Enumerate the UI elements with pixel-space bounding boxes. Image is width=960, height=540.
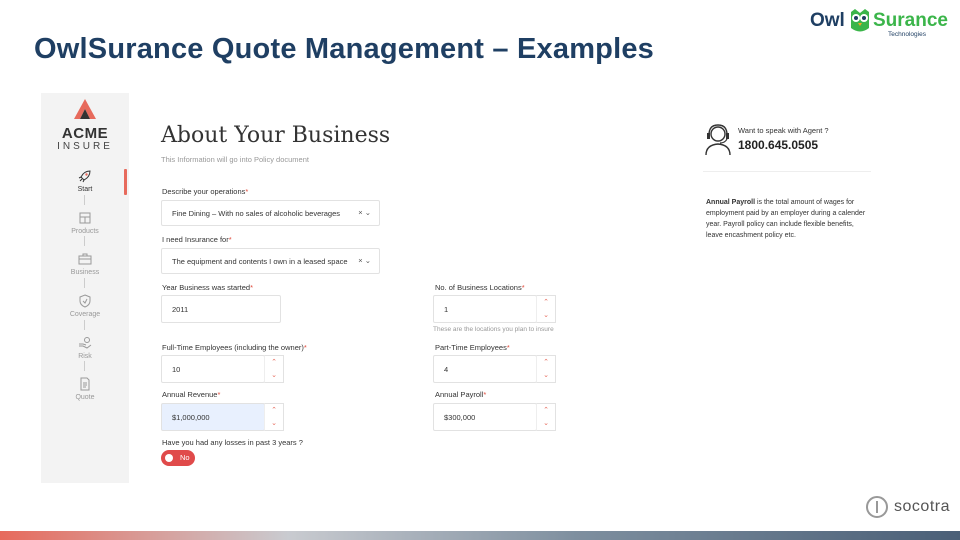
clear-chevron-icon[interactable]: × ⌄ — [358, 208, 371, 217]
logo-word-surance: Surance — [873, 10, 948, 31]
sidebar-item-label: Business — [70, 269, 100, 276]
locations-hint: These are the locations you plan to insu… — [433, 326, 554, 333]
logo-word-owl: Owl — [810, 10, 845, 31]
payroll-label: Annual Payroll* — [435, 390, 487, 399]
decrement-icon[interactable]: ⌄ — [537, 309, 555, 322]
decrement-icon[interactable]: ⌄ — [265, 369, 283, 382]
hand-coin-icon — [79, 337, 92, 349]
acme-logo-sub: INSURE — [57, 141, 113, 152]
rocket-icon — [78, 170, 91, 183]
sidebar-item-start[interactable]: Start — [41, 169, 129, 193]
increment-icon[interactable]: ⌃ — [537, 296, 555, 309]
socotra-logo: socotra — [866, 496, 950, 518]
acme-logo-icon — [74, 99, 96, 119]
sidebar-item-coverage[interactable]: Coverage — [41, 294, 129, 318]
increment-icon[interactable]: ⌃ — [265, 404, 283, 417]
quote-app: ACME INSURE Start Products Business Cove… — [41, 93, 881, 483]
headset-agent-icon — [705, 124, 731, 156]
locations-label: No. of Business Locations* — [435, 283, 525, 292]
sidebar-item-quote[interactable]: Quote — [41, 377, 129, 401]
divider — [703, 171, 871, 172]
operations-select[interactable]: Fine Dining – With no sales of alcoholic… — [161, 200, 380, 226]
toggle-label: No — [180, 453, 190, 462]
logo-tagline: Technologies — [888, 31, 926, 38]
insurance-for-label: I need Insurance for* — [162, 235, 232, 244]
part-time-stepper[interactable]: ⌃ ⌄ — [536, 355, 556, 383]
nav-connector — [84, 236, 85, 246]
increment-icon[interactable]: ⌃ — [537, 404, 555, 417]
decrement-icon[interactable]: ⌄ — [537, 417, 555, 430]
active-step-marker — [124, 169, 127, 195]
owl-mascot-icon — [851, 9, 869, 32]
part-time-input[interactable]: 4 — [433, 355, 537, 383]
year-started-input[interactable]: 2011 — [161, 295, 281, 323]
footer-gradient-bar — [0, 531, 960, 540]
full-time-input[interactable]: 10 — [161, 355, 265, 383]
document-icon — [80, 377, 90, 391]
payroll-stepper[interactable]: ⌃ ⌄ — [536, 403, 556, 431]
losses-toggle[interactable]: No — [161, 450, 195, 466]
revenue-stepper[interactable]: ⌃ ⌄ — [264, 403, 284, 431]
form-title: About Your Business — [161, 123, 391, 148]
year-started-label: Year Business was started* — [162, 283, 254, 292]
increment-icon[interactable]: ⌃ — [537, 356, 555, 369]
toggle-knob — [165, 454, 173, 462]
slide-title: OwlSurance Quote Management – Examples — [34, 33, 655, 65]
owlsurance-logo: Owl Surance Technologies — [802, 8, 952, 40]
payroll-input[interactable]: $300,000 — [433, 403, 537, 431]
revenue-label: Annual Revenue* — [162, 390, 221, 399]
sidebar-item-label: Coverage — [69, 311, 101, 318]
losses-label: Have you had any losses in past 3 years … — [162, 438, 303, 447]
full-time-stepper[interactable]: ⌃ ⌄ — [264, 355, 284, 383]
part-time-label: Part-Time Employees* — [435, 343, 510, 352]
insurance-for-select[interactable]: The equipment and contents I own in a le… — [161, 248, 380, 274]
nav-connector — [84, 320, 85, 330]
operations-value: Fine Dining – With no sales of alcoholic… — [172, 209, 341, 218]
agent-question: Want to speak with Agent ? — [738, 126, 829, 135]
locations-stepper[interactable]: ⌃ ⌄ — [536, 295, 556, 323]
socotra-wordmark: socotra — [894, 498, 950, 515]
sidebar-item-label: Products — [71, 228, 99, 235]
help-term: Annual Payroll — [706, 199, 756, 206]
acme-logo-name: ACME — [61, 125, 109, 142]
sidebar-item-label: Start — [77, 186, 93, 193]
full-time-label: Full-Time Employees (including the owner… — [162, 343, 307, 352]
decrement-icon[interactable]: ⌄ — [265, 417, 283, 430]
shield-icon — [79, 294, 91, 308]
socotra-mark-icon — [866, 496, 889, 518]
nav-connector — [84, 278, 85, 288]
sidebar-item-label: Quote — [75, 394, 95, 401]
increment-icon[interactable]: ⌃ — [265, 356, 283, 369]
operations-label: Describe your operations* — [162, 187, 249, 196]
insurance-for-value: The equipment and contents I own in a le… — [172, 257, 348, 266]
briefcase-icon — [78, 253, 92, 265]
nav-connector — [84, 361, 85, 371]
cube-icon — [79, 212, 91, 224]
sidebar-item-risk[interactable]: Risk — [41, 336, 129, 360]
decrement-icon[interactable]: ⌄ — [537, 369, 555, 382]
payroll-help-text: Annual Payroll is the total amount of wa… — [706, 197, 866, 241]
agent-phone[interactable]: 1800.645.0505 — [738, 138, 818, 152]
form-subtitle: This Information will go into Policy doc… — [161, 155, 309, 164]
sidebar-item-products[interactable]: Products — [41, 211, 129, 235]
locations-input[interactable]: 1 — [433, 295, 537, 323]
sidebar-item-business[interactable]: Business — [41, 252, 129, 276]
sidebar-item-label: Risk — [78, 353, 92, 360]
sidebar: ACME INSURE Start Products Business Cove… — [41, 93, 129, 483]
nav-connector — [84, 195, 85, 205]
clear-chevron-icon[interactable]: × ⌄ — [358, 256, 371, 265]
revenue-input[interactable]: $1,000,000 — [161, 403, 265, 431]
